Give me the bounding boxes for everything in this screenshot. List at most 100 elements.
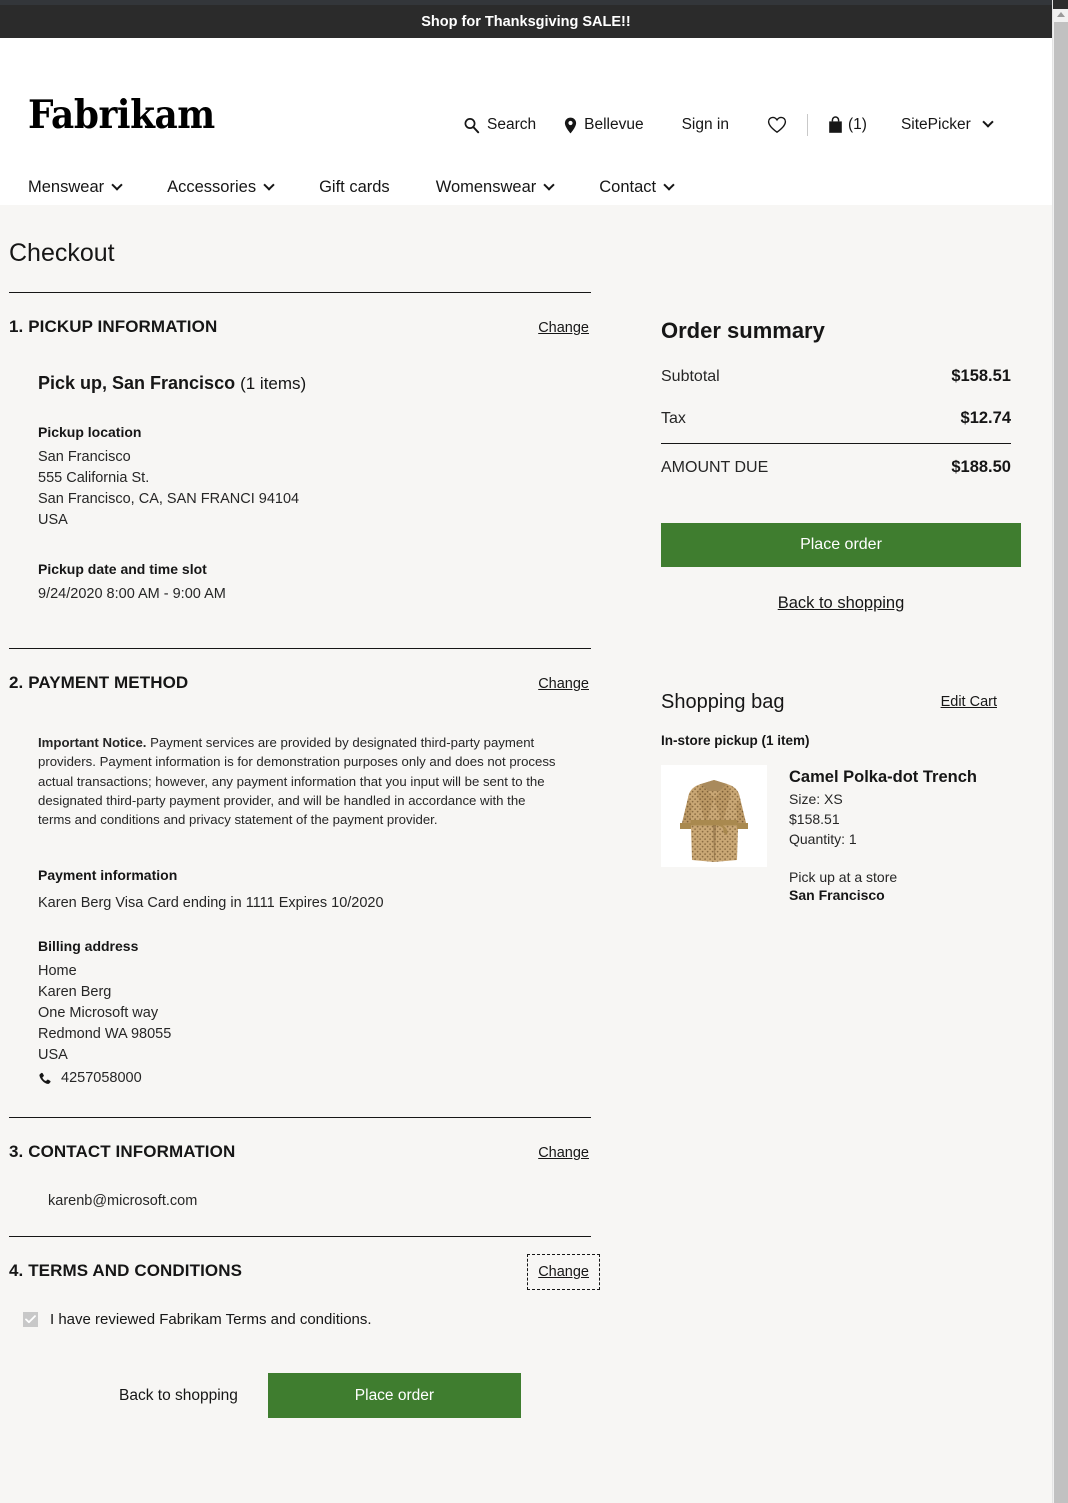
back-to-shopping-button[interactable]: Back to shopping — [119, 1387, 238, 1405]
promo-banner[interactable]: Shop for Thanksgiving SALE!! — [0, 5, 1052, 38]
checkout-main-column: Checkout 1. PICKUP INFORMATION Change Pi… — [9, 205, 600, 1419]
pickup-heading-title: Pick up, San Francisco — [38, 373, 236, 393]
nav-item-gift-cards[interactable]: Gift cards — [319, 178, 390, 197]
chevron-down-icon — [263, 178, 275, 191]
store-location-button[interactable]: Bellevue — [564, 116, 644, 134]
billing-address-label: Billing address — [38, 938, 139, 955]
tax-amount: $12.74 — [960, 409, 1011, 427]
checkout-bottom-actions: Back to shopping Place order — [9, 1373, 591, 1419]
address-line: Karen Berg — [38, 984, 112, 1001]
order-summary-column: Order summary Subtotal $158.51 Tax $12.7… — [661, 205, 1021, 903]
contact-email-value: karenb@microsoft.com — [48, 1193, 198, 1210]
site-header: Fabrikam Search Bellevue Sign in (1) Sit… — [0, 38, 1052, 205]
nav-item-womenswear[interactable]: Womenswear — [436, 178, 555, 197]
billing-phone-row: 4257058000 — [38, 1068, 591, 1089]
search-button[interactable]: Search — [463, 116, 536, 134]
payment-information-value: Karen Berg Visa Card ending in 1111 Expi… — [38, 895, 384, 912]
section-title: 3. CONTACT INFORMATION — [9, 1142, 236, 1162]
pickup-item-count: (1 items) — [240, 374, 307, 393]
check-icon — [25, 1315, 36, 1324]
section-terms-and-conditions: 4. TERMS AND CONDITIONS Change I have re… — [9, 1237, 600, 1419]
subtotal-label: Subtotal — [661, 368, 720, 385]
change-payment-method-button[interactable]: Change — [536, 675, 591, 693]
scrollbar-top-cap — [1053, 0, 1068, 9]
section-contact-information: 3. CONTACT INFORMATION Change karenb@mic… — [9, 1118, 591, 1238]
payment-information-label: Payment information — [38, 867, 178, 884]
section-body: Important Notice. Payment services are p… — [9, 733, 591, 1089]
pickup-location-address: San Francisco 555 California St. San Fra… — [38, 447, 591, 531]
scrollbar-thumb[interactable] — [1054, 22, 1068, 1503]
nav-label: Gift cards — [319, 178, 390, 196]
nav-item-menswear[interactable]: Menswear — [28, 178, 123, 197]
store-location-label: Bellevue — [584, 116, 644, 133]
notice-bold-label: Important Notice. — [38, 735, 147, 750]
product-quantity: Quantity: 1 — [789, 831, 857, 847]
chevron-down-icon — [663, 178, 675, 191]
site-picker-button[interactable]: SitePicker — [900, 116, 994, 134]
order-summary-row-tax: Tax $12.74 — [661, 409, 1011, 428]
search-icon — [463, 117, 480, 134]
section-header: 3. CONTACT INFORMATION Change — [9, 1118, 591, 1162]
section-payment-method: 2. PAYMENT METHOD Change Important Notic… — [9, 649, 591, 1119]
product-size: Size: XS — [789, 791, 843, 807]
amount-due-value: $188.50 — [951, 458, 1011, 476]
terms-checkbox-label: I have reviewed Fabrikam Terms and condi… — [50, 1311, 372, 1329]
amount-due-label: AMOUNT DUE — [661, 459, 769, 476]
terms-checkbox[interactable] — [23, 1312, 38, 1328]
cart-button[interactable]: (1) — [828, 116, 867, 134]
change-pickup-information-button[interactable]: Change — [536, 319, 591, 337]
section-header: 1. PICKUP INFORMATION Change — [9, 293, 591, 337]
nav-label: Menswear — [28, 178, 105, 196]
section-body: Pick up, San Francisco (1 items) Pickup … — [9, 373, 591, 605]
change-terms-and-conditions-button[interactable]: Change — [527, 1254, 600, 1291]
address-line: USA — [38, 512, 68, 528]
shopping-bag-icon — [828, 116, 843, 134]
section-header: 2. PAYMENT METHOD Change — [9, 649, 591, 693]
section-title: 1. PICKUP INFORMATION — [9, 317, 218, 336]
chevron-up-icon — [1057, 12, 1065, 17]
address-line: San Francisco — [38, 449, 131, 465]
promo-banner-text: Shop for Thanksgiving SALE!! — [421, 13, 631, 30]
nav-item-accessories[interactable]: Accessories — [167, 178, 275, 197]
chevron-down-icon — [543, 178, 555, 191]
product-info: Camel Polka-dot Trench Size: XS $158.51 … — [789, 765, 977, 903]
pickup-slot-label: Pickup date and time slot — [38, 561, 207, 577]
phone-icon — [38, 1072, 52, 1086]
camel-trench-coat-image — [661, 765, 767, 867]
nav-item-contact[interactable]: Contact — [599, 178, 675, 197]
search-label: Search — [487, 116, 537, 133]
vertical-scrollbar[interactable] — [1052, 0, 1068, 1503]
site-logo[interactable]: Fabrikam — [28, 96, 215, 135]
billing-phone-number: 4257058000 — [61, 1070, 142, 1087]
section-header: 4. TERMS AND CONDITIONS Change — [9, 1237, 600, 1291]
section-title: 2. PAYMENT METHOD — [9, 673, 189, 692]
product-thumbnail[interactable] — [661, 765, 767, 867]
shopping-bag-group-label: In-store pickup (1 item) — [661, 733, 810, 748]
billing-address-value: Home Karen Berg One Microsoft way Redmon… — [38, 961, 591, 1089]
change-contact-information-button[interactable]: Change — [536, 1144, 591, 1162]
edit-cart-link[interactable]: Edit Cart — [941, 694, 997, 710]
sign-in-button[interactable]: Sign in — [682, 116, 729, 134]
shopping-bag-title: Shopping bag — [661, 691, 785, 713]
order-summary-row-subtotal: Subtotal $158.51 — [661, 367, 1011, 386]
site-picker-label: SitePicker — [900, 116, 971, 133]
shopping-bag-item: Camel Polka-dot Trench Size: XS $158.51 … — [661, 765, 1011, 903]
header-divider — [807, 114, 808, 136]
heart-icon — [767, 116, 787, 134]
product-price: $158.51 — [789, 811, 840, 827]
address-line: Home — [38, 963, 77, 980]
terms-checkbox-row[interactable]: I have reviewed Fabrikam Terms and condi… — [9, 1311, 591, 1328]
product-name[interactable]: Camel Polka-dot Trench — [789, 768, 977, 787]
pickup-location-label: Pickup location — [38, 424, 142, 440]
subtotal-amount: $158.51 — [951, 367, 1011, 385]
nav-label: Accessories — [167, 178, 257, 196]
wishlist-button[interactable] — [767, 116, 787, 134]
order-summary-row-total: AMOUNT DUE $188.50 — [661, 458, 1011, 477]
scrollbar-up-arrow[interactable] — [1053, 9, 1068, 20]
tax-label: Tax — [661, 410, 686, 427]
place-order-button[interactable]: Place order — [267, 1373, 521, 1419]
checkout-page: Shop for Thanksgiving SALE!! Fabrikam Se… — [0, 0, 1068, 1503]
product-pickup-note: Pick up at a store — [789, 869, 898, 885]
summary-place-order-button[interactable]: Place order — [661, 523, 1021, 567]
summary-back-to-shopping-link[interactable]: Back to shopping — [661, 594, 1021, 613]
